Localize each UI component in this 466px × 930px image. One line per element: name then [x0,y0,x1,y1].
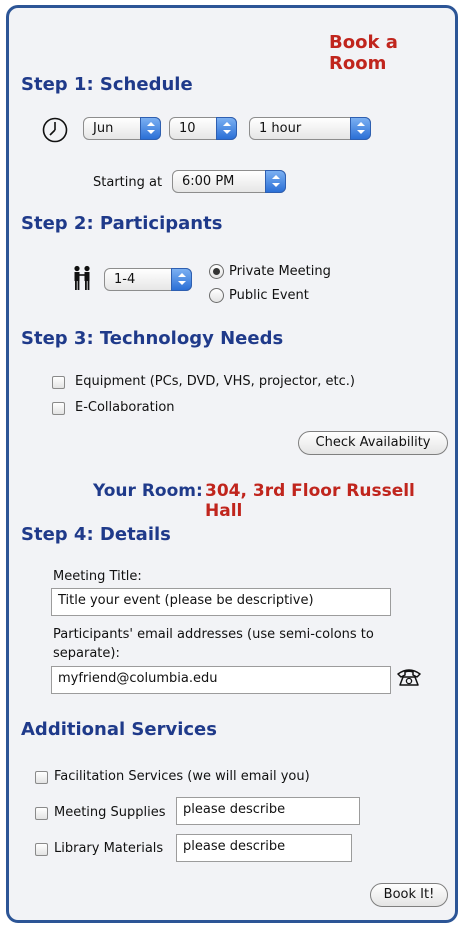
public-event-radio[interactable] [209,288,224,303]
duration-select[interactable]: 1 hour [249,117,371,140]
library-materials-input[interactable]: please describe [176,834,352,862]
public-event-label: Public Event [229,288,309,303]
private-meeting-label: Private Meeting [229,264,331,279]
room-value: 304, 3rd Floor Russell Hall [205,481,415,521]
meeting-title-label: Meeting Title: [53,569,142,584]
step3-heading: Step 3: Technology Needs [21,328,284,349]
step4-heading: Step 4: Details [21,524,171,545]
participants-select-arrow-icon [171,268,192,291]
duration-value: 1 hour [259,121,302,136]
equipment-label: Equipment (PCs, DVD, VHS, projector, etc… [75,374,355,389]
booking-panel: Book a Room Step 1: Schedule Jun 10 1 ho… [6,5,458,923]
page-title: Book a Room [329,32,398,74]
start-label: Starting at [93,175,163,190]
day-value: 10 [179,121,196,136]
meeting-supplies-input[interactable]: please describe [176,797,360,825]
facilitation-label: Facilitation Services (we will email you… [54,769,310,784]
e-collaboration-checkbox[interactable] [52,402,65,415]
meeting-supplies-label: Meeting Supplies [54,805,166,820]
equipment-checkbox[interactable] [52,376,65,389]
emails-input[interactable]: myfriend@columbia.edu [51,666,391,694]
check-availability-button[interactable]: Check Availability [298,431,448,455]
start-time-value: 6:00 PM [182,174,235,189]
step1-heading: Step 1: Schedule [21,74,193,95]
library-materials-label: Library Materials [54,841,164,856]
step2-heading: Step 2: Participants [21,213,223,234]
start-time-select[interactable]: 6:00 PM [172,170,286,193]
additional-services-heading: Additional Services [21,719,217,740]
month-select-arrow-icon [140,117,161,140]
people-icon [74,265,90,290]
private-meeting-radio[interactable] [209,264,224,279]
meeting-supplies-checkbox[interactable] [35,807,48,820]
e-collaboration-label: E-Collaboration [75,400,175,415]
facilitation-checkbox[interactable] [35,771,48,784]
day-select[interactable]: 10 [169,117,237,140]
participants-value: 1-4 [114,272,136,287]
library-materials-checkbox[interactable] [35,843,48,856]
duration-select-arrow-icon [350,117,371,140]
start-time-select-arrow-icon [265,170,286,193]
month-value: Jun [93,121,114,136]
participants-select[interactable]: 1-4 [104,268,192,291]
month-select[interactable]: Jun [83,117,161,140]
meeting-title-input[interactable]: Title your event (please be descriptive) [51,588,391,616]
room-label: Your Room: [93,481,203,501]
emails-label: Participants' email addresses (use semi-… [53,627,374,661]
day-select-arrow-icon [216,117,237,140]
book-it-button[interactable]: Book It! [370,883,448,907]
phone-icon[interactable] [396,666,422,688]
clock-icon [42,117,68,143]
